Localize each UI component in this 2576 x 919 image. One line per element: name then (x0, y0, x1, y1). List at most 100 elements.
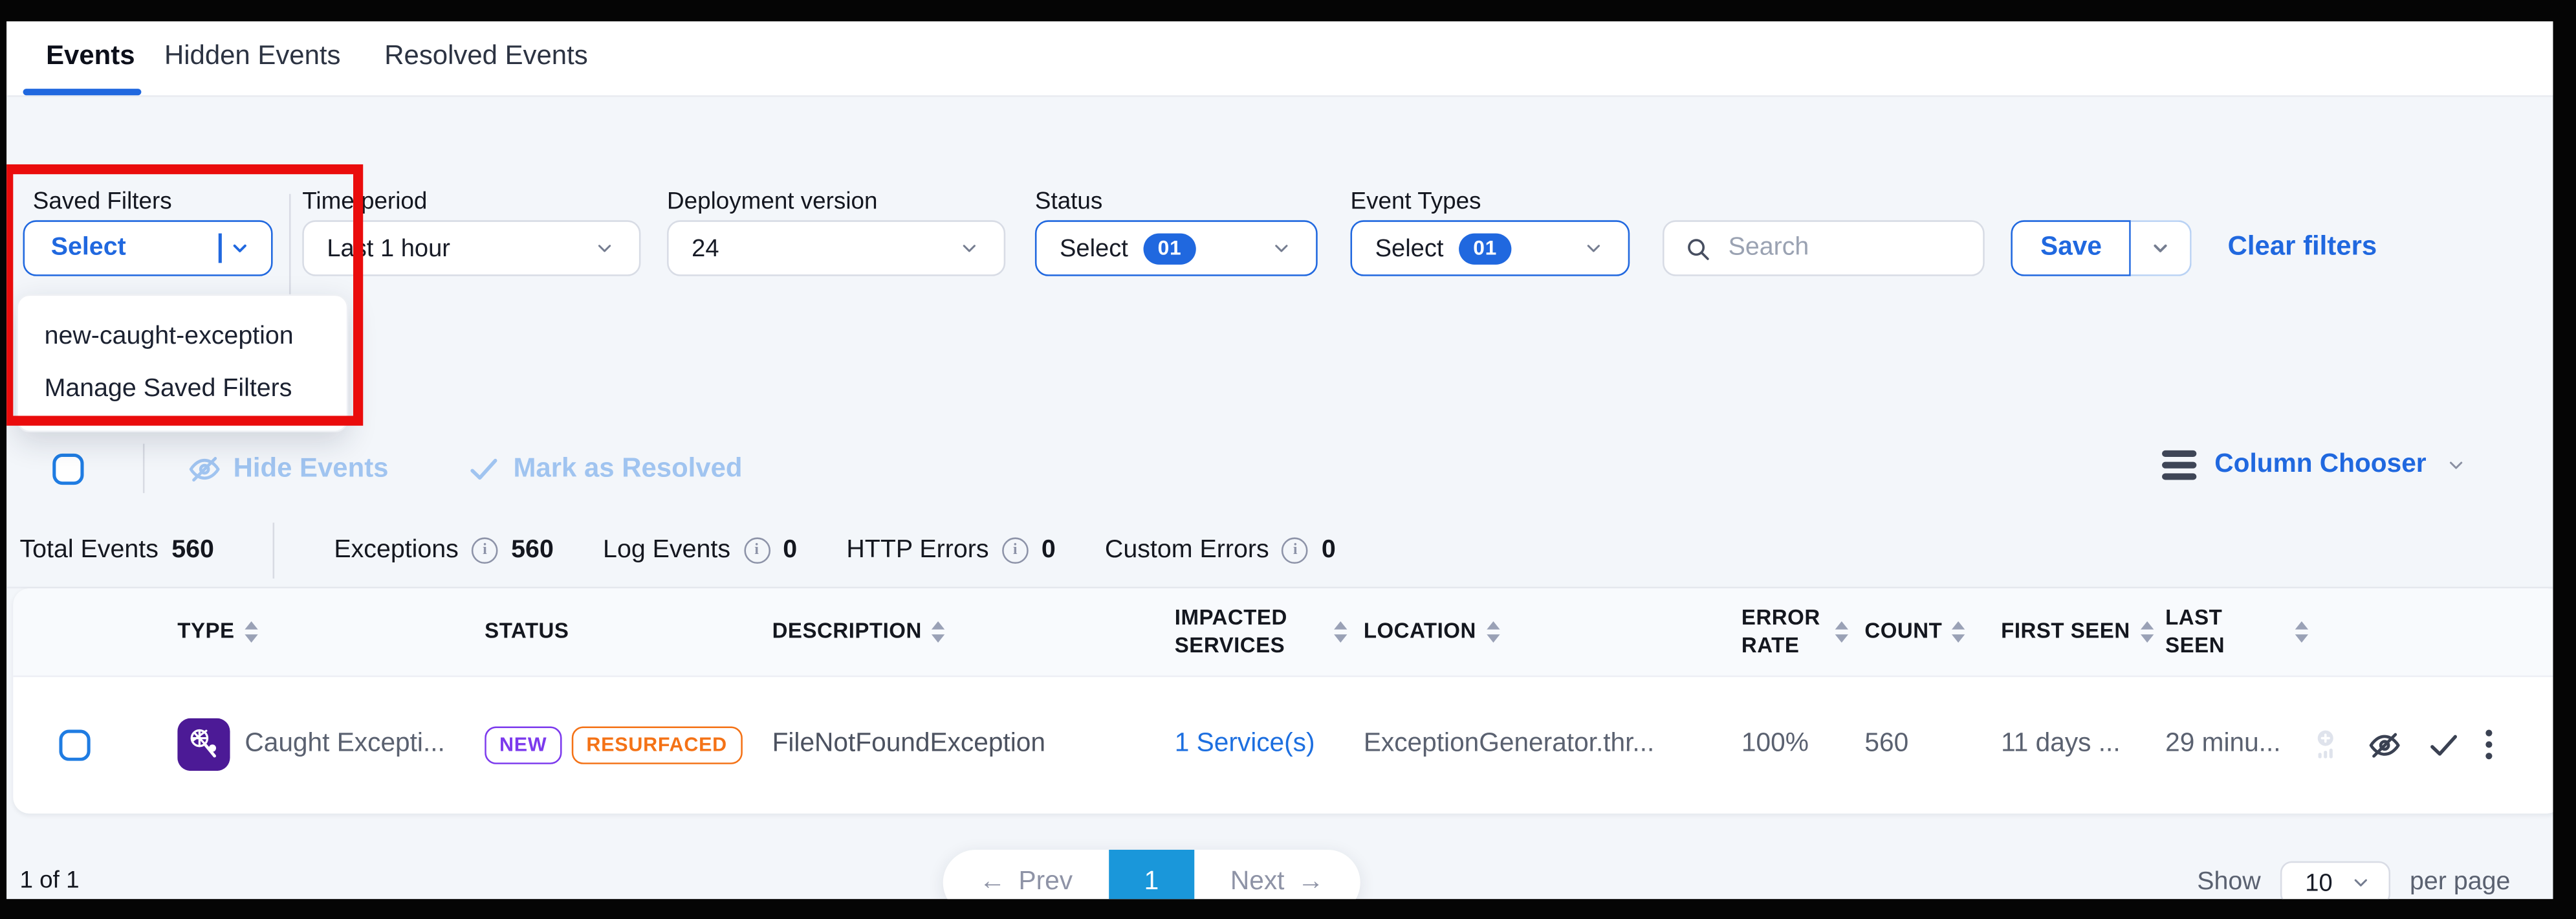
info-icon[interactable]: i (743, 537, 770, 564)
status-count-badge: 01 (1143, 232, 1197, 263)
search-input[interactable] (1725, 232, 1945, 265)
sort-icon[interactable] (1952, 622, 1965, 643)
stat-http-errors: HTTP Errors i 0 (846, 536, 1055, 566)
save-split-button: Save (2011, 220, 2192, 276)
page-size-select[interactable]: 10 (2280, 860, 2390, 899)
prev-page-button[interactable]: ← Prev (943, 850, 1109, 899)
chevron-down-icon (958, 237, 981, 260)
per-page-label: per page (2410, 868, 2510, 898)
time-period-label: Time period (302, 189, 427, 216)
row-count-cell: 560 (1864, 730, 2001, 760)
active-tab-underline (23, 89, 142, 94)
metrics-icon[interactable] (2308, 727, 2342, 762)
search-icon (1684, 234, 1712, 262)
sort-icon[interactable] (2295, 622, 2308, 643)
info-icon[interactable]: i (1282, 537, 1309, 564)
events-page: Saved Filters Time period Deployment ver… (6, 97, 2553, 899)
column-header-type[interactable]: TYPE (177, 619, 485, 645)
column-chooser-button[interactable]: Column Chooser (2162, 450, 2467, 480)
table-header-row: TYPE STATUS DESCRIPTION IMPACTED SERVICE… (13, 588, 2553, 677)
hide-event-icon[interactable] (2367, 727, 2401, 762)
event-stats-bar: Total Events 560 Exceptions i 560 Log Ev… (19, 534, 1335, 567)
clear-filters-link[interactable]: Clear filters (2228, 232, 2377, 263)
events-table: TYPE STATUS DESCRIPTION IMPACTED SERVICE… (13, 588, 2553, 814)
info-icon[interactable]: i (1002, 537, 1029, 564)
stat-value: 0 (783, 536, 797, 566)
column-label: LOCATION (1364, 619, 1476, 645)
row-checkbox[interactable] (59, 729, 90, 760)
stat-label: Exceptions (334, 536, 459, 566)
time-period-select[interactable]: Last 1 hour (302, 220, 640, 276)
deployment-version-select[interactable]: 24 (667, 220, 1005, 276)
sort-icon[interactable] (1334, 622, 1347, 643)
column-header-error-rate[interactable]: ERROR RATE (1741, 605, 1864, 659)
column-label: LAST SEEN (2165, 605, 2285, 659)
chevron-down-icon[interactable] (228, 237, 252, 260)
arrow-right-icon: → (1298, 868, 1324, 898)
table-row[interactable]: Caught Excepti... NEW RESURFACED FileNot… (13, 677, 2553, 812)
status-select[interactable]: Select 01 (1035, 220, 1318, 276)
row-last-seen-cell: 29 minu... (2165, 730, 2308, 760)
column-header-location[interactable]: LOCATION (1364, 619, 1741, 645)
stat-log-events: Log Events i 0 (603, 536, 797, 566)
save-dropdown-caret[interactable] (2132, 220, 2192, 276)
chevron-down-icon (2150, 237, 2173, 260)
event-types-value: Select (1375, 234, 1444, 262)
column-header-last-seen[interactable]: LAST SEEN (2165, 605, 2308, 659)
tab-resolved-events[interactable]: Resolved Events (384, 41, 587, 72)
column-label: TYPE (177, 619, 234, 645)
column-header-count[interactable]: COUNT (1864, 619, 2001, 645)
next-page-button[interactable]: Next → (1194, 850, 1360, 899)
column-label: ERROR RATE (1741, 605, 1826, 659)
stat-label: Custom Errors (1105, 536, 1269, 566)
select-all-checkbox[interactable] (52, 453, 83, 484)
kebab-menu-icon[interactable] (2485, 729, 2493, 760)
stat-exceptions: Exceptions i 560 (334, 536, 554, 566)
page-size-control: Show 10 per page (2197, 850, 2510, 899)
save-button[interactable]: Save (2011, 220, 2131, 276)
column-label: IMPACTED SERVICES (1175, 605, 1303, 659)
page-summary: 1 of 1 (19, 868, 79, 894)
stat-label: Total Events (19, 536, 158, 566)
search-box (1663, 220, 1985, 276)
column-header-first-seen[interactable]: FIRST SEEN (2001, 619, 2165, 645)
saved-filters-label: Saved Filters (33, 189, 172, 216)
time-period-value: Last 1 hour (327, 234, 450, 262)
sort-icon[interactable] (1835, 622, 1848, 643)
stat-value: 560 (171, 536, 214, 566)
chevron-down-icon (593, 237, 617, 260)
column-header-impacted-services[interactable]: IMPACTED SERVICES (1175, 605, 1364, 659)
resolve-event-icon[interactable] (2427, 727, 2461, 762)
row-error-rate-cell: 100% (1741, 730, 1864, 760)
deployment-version-label: Deployment version (667, 189, 877, 216)
divider (143, 444, 145, 493)
sort-icon[interactable] (2140, 622, 2153, 643)
prev-label: Prev (1019, 868, 1073, 898)
status-badge-resurfaced: RESURFACED (572, 725, 742, 763)
sort-icon[interactable] (932, 622, 944, 643)
hide-events-button[interactable]: Hide Events (188, 451, 389, 485)
column-header-status: STATUS (485, 619, 772, 645)
column-label: DESCRIPTION (772, 619, 922, 645)
row-impacted-services-link[interactable]: 1 Service(s) (1175, 730, 1364, 760)
stat-value: 0 (1322, 536, 1336, 566)
filter-section-divider (289, 194, 291, 296)
sort-icon[interactable] (245, 622, 257, 643)
column-chooser-label: Column Chooser (2214, 450, 2426, 480)
tab-hidden-events[interactable]: Hidden Events (164, 41, 341, 72)
info-icon[interactable]: i (472, 537, 498, 564)
column-header-description[interactable]: DESCRIPTION (772, 619, 1175, 645)
app-window: Events Hidden Events Resolved Events Sav… (6, 21, 2553, 899)
saved-filters-select[interactable]: Select (23, 220, 273, 276)
menu-item-manage-saved-filters[interactable]: Manage Saved Filters (18, 363, 347, 415)
sort-icon[interactable] (1486, 622, 1499, 643)
chevron-down-icon (2445, 454, 2468, 477)
bulk-actions-bar: Hide Events Mark as Resolved (52, 447, 742, 490)
event-types-select[interactable]: Select 01 (1351, 220, 1630, 276)
arrow-left-icon: ← (979, 868, 1006, 898)
mark-as-resolved-button[interactable]: Mark as Resolved (467, 451, 742, 485)
menu-item-saved-filter[interactable]: new-caught-exception (18, 311, 347, 363)
tab-events[interactable]: Events (46, 41, 135, 72)
current-page-button[interactable]: 1 (1109, 850, 1194, 899)
mark-as-resolved-label: Mark as Resolved (513, 453, 742, 484)
